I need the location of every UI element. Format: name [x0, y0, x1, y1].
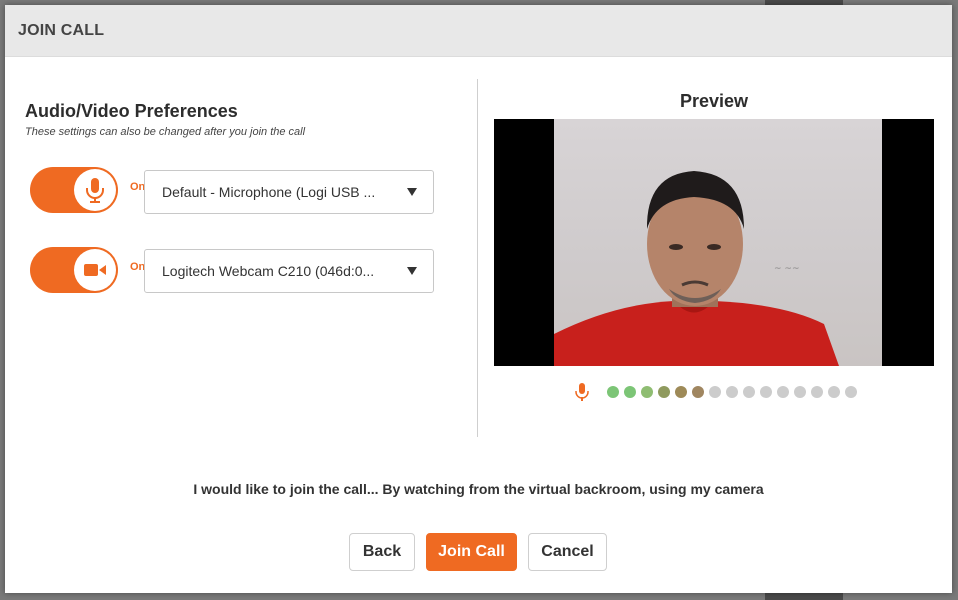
microphone-icon	[575, 382, 589, 402]
microphone-select-value: Default - Microphone (Logi USB ...	[162, 184, 376, 200]
column-divider	[477, 79, 478, 437]
microphone-icon	[74, 169, 116, 211]
level-dot	[743, 386, 755, 398]
preferences-title: Audio/Video Preferences	[25, 101, 238, 121]
microphone-select[interactable]: Default - Microphone (Logi USB ...	[144, 170, 434, 214]
video-camera-icon	[74, 249, 116, 291]
join-option-text: I would like to join the call... By watc…	[193, 481, 764, 497]
chevron-down-icon	[407, 188, 417, 196]
level-dot	[641, 386, 653, 398]
svg-text:~ ~~: ~ ~~	[774, 264, 799, 274]
join-call-button[interactable]: Join Call	[426, 533, 517, 571]
level-dot	[845, 386, 857, 398]
level-dot	[726, 386, 738, 398]
preview-title: Preview	[679, 91, 749, 111]
level-dot	[760, 386, 772, 398]
background-page-fragment	[765, 593, 843, 600]
camera-preview: ~ ~~	[494, 119, 934, 366]
back-button[interactable]: Back	[349, 533, 415, 571]
microphone-toggle[interactable]	[30, 167, 118, 213]
level-dot	[828, 386, 840, 398]
dialog-header: JOIN CALL	[5, 5, 952, 57]
preferences-subtitle: These settings can also be changed after…	[25, 126, 306, 138]
camera-row: On	[30, 247, 152, 293]
level-dot	[624, 386, 636, 398]
audio-level-meter	[575, 382, 862, 402]
microphone-row: On	[30, 167, 152, 213]
dialog-title: JOIN CALL	[18, 21, 105, 39]
level-dot	[607, 386, 619, 398]
chevron-down-icon	[407, 267, 417, 275]
level-dot	[777, 386, 789, 398]
level-dot	[794, 386, 806, 398]
level-dot	[658, 386, 670, 398]
audio-video-preferences: Audio/Video Preferences These settings c…	[25, 101, 465, 138]
camera-select[interactable]: Logitech Webcam C210 (046d:0...	[144, 249, 434, 293]
level-dot	[709, 386, 721, 398]
camera-toggle[interactable]	[30, 247, 118, 293]
level-dot	[692, 386, 704, 398]
camera-preview-image: ~ ~~	[554, 119, 882, 366]
camera-select-value: Logitech Webcam C210 (046d:0...	[162, 263, 375, 279]
cancel-button[interactable]: Cancel	[528, 533, 607, 571]
level-dot	[675, 386, 687, 398]
level-dot	[811, 386, 823, 398]
join-call-dialog: JOIN CALL Audio/Video Preferences These …	[5, 5, 952, 593]
level-dots	[607, 386, 862, 398]
